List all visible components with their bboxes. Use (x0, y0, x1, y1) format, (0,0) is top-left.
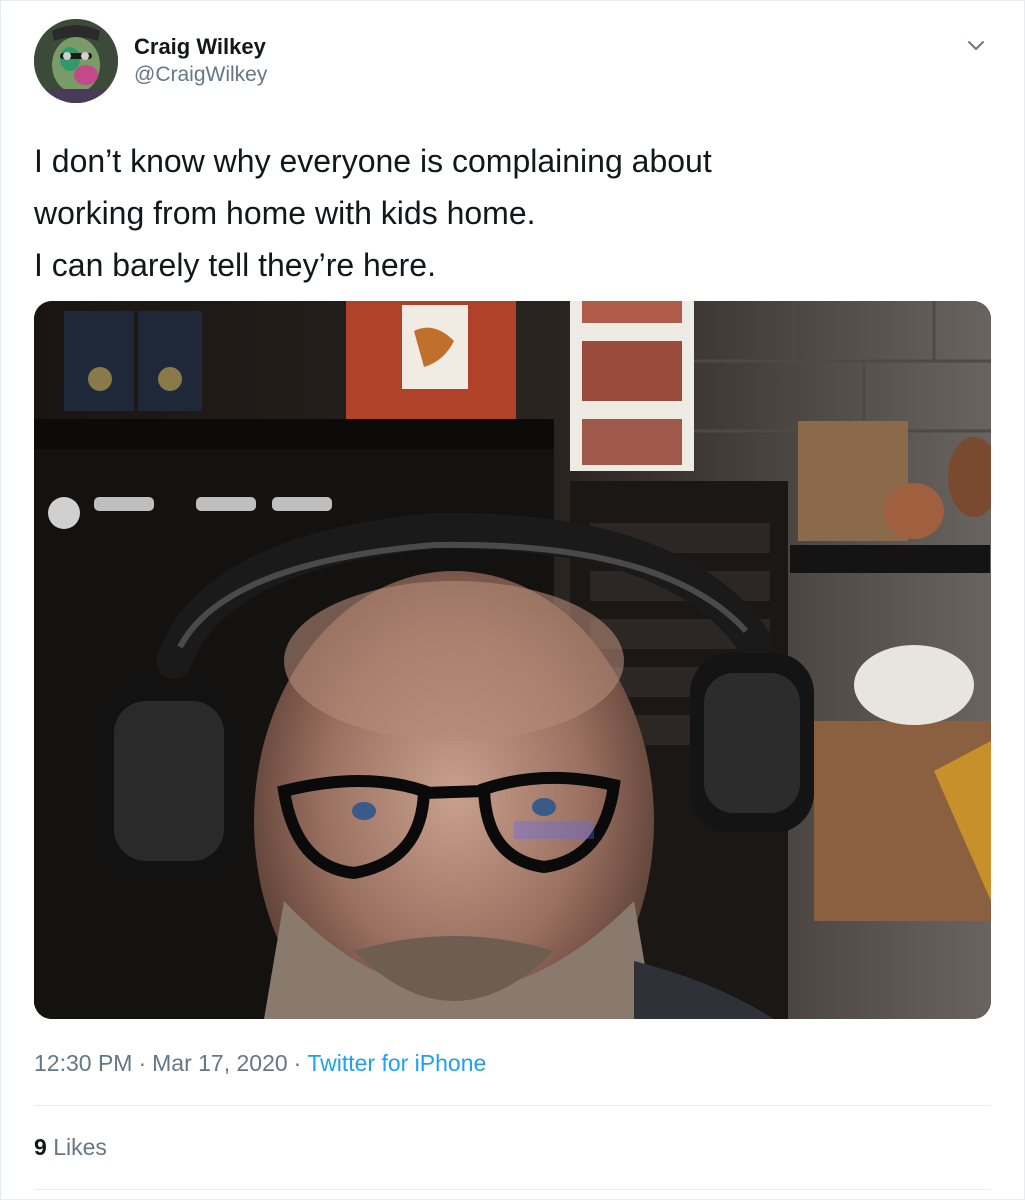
meta-separator: · (293, 1050, 302, 1076)
likes-label: Likes (53, 1134, 107, 1160)
tweet-menu-button[interactable] (961, 31, 991, 61)
tweet-header: Craig Wilkey @CraigWilkey (34, 19, 991, 111)
author-handle[interactable]: @CraigWilkey (134, 61, 267, 89)
tweet-text: I don’t know why everyone is complaining… (34, 135, 984, 291)
likes-stat[interactable]: 9 Likes (34, 1131, 107, 1163)
divider (34, 1189, 991, 1190)
tweet-time[interactable]: 12:30 PM (34, 1050, 132, 1076)
likes-count: 9 (34, 1134, 47, 1160)
tweet-text-line: working from home with kids home. (34, 195, 536, 231)
photo-image (34, 301, 991, 1019)
meta-separator: · (138, 1050, 147, 1076)
tweet-card: Craig Wilkey @CraigWilkey I don’t know w… (0, 0, 1025, 1200)
author-display-name[interactable]: Craig Wilkey (134, 33, 267, 61)
tweet-date[interactable]: Mar 17, 2020 (152, 1050, 288, 1076)
tweet-photo[interactable] (34, 301, 991, 1019)
author-names: Craig Wilkey @CraigWilkey (134, 33, 267, 89)
tweet-meta: 12:30 PM · Mar 17, 2020 · Twitter for iPhone (34, 1047, 486, 1079)
chevron-down-icon (968, 41, 984, 50)
tweet-text-line: I can barely tell they’re here. (34, 247, 436, 283)
author-avatar[interactable] (34, 19, 118, 103)
tweet-text-line: I don’t know why everyone is complaining… (34, 143, 712, 179)
divider (34, 1105, 991, 1106)
avatar-image (34, 19, 118, 103)
tweet-source-link[interactable]: Twitter for iPhone (307, 1050, 486, 1076)
